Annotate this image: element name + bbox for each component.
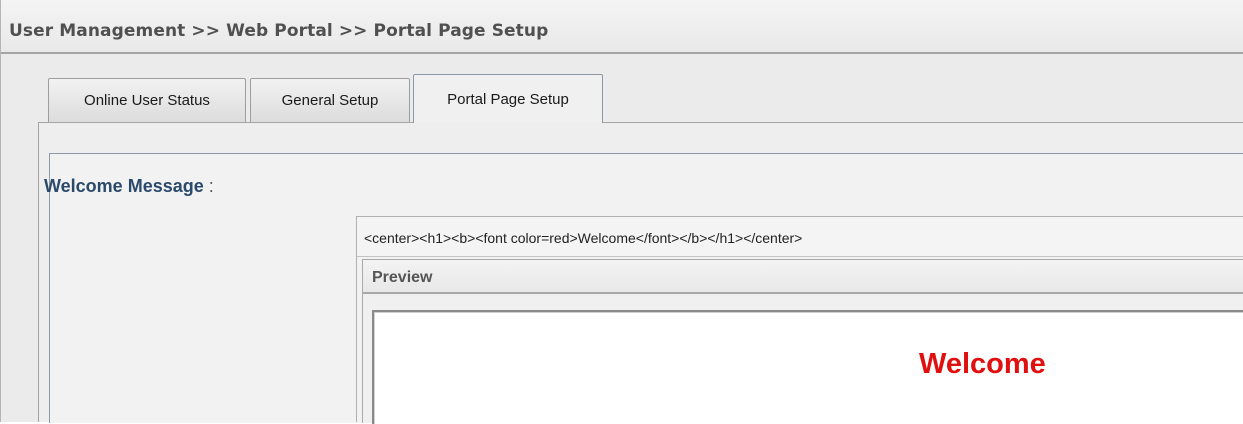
welcome-message-label: Welcome Message :	[44, 176, 214, 197]
portal-page-setup-window: User Management >> Web Portal >> Portal …	[0, 0, 1243, 424]
tab-general-setup[interactable]: General Setup	[250, 78, 410, 122]
breadcrumb: User Management >> Web Portal >> Portal …	[9, 21, 549, 41]
tab-portal-page-setup[interactable]: Portal Page Setup	[413, 74, 603, 123]
welcome-message-source-input[interactable]: <center><h1><b><font color=red>Welcome</…	[357, 217, 1243, 257]
preview-header: Preview	[363, 260, 1243, 294]
welcome-message-label-text: Welcome Message	[44, 176, 204, 196]
preview-welcome-text: Welcome	[919, 348, 1046, 380]
tab-online-user-status[interactable]: Online User Status	[48, 78, 246, 122]
preview-box: Preview Welcome	[362, 259, 1243, 424]
label-colon: :	[203, 176, 214, 196]
preview-frame: Welcome	[372, 310, 1243, 424]
welcome-message-editor: <center><h1><b><font color=red>Welcome</…	[356, 216, 1243, 424]
title-bar: User Management >> Web Portal >> Portal …	[1, 0, 1243, 54]
tab-bar: Online User Status General Setup Portal …	[1, 54, 1243, 124]
